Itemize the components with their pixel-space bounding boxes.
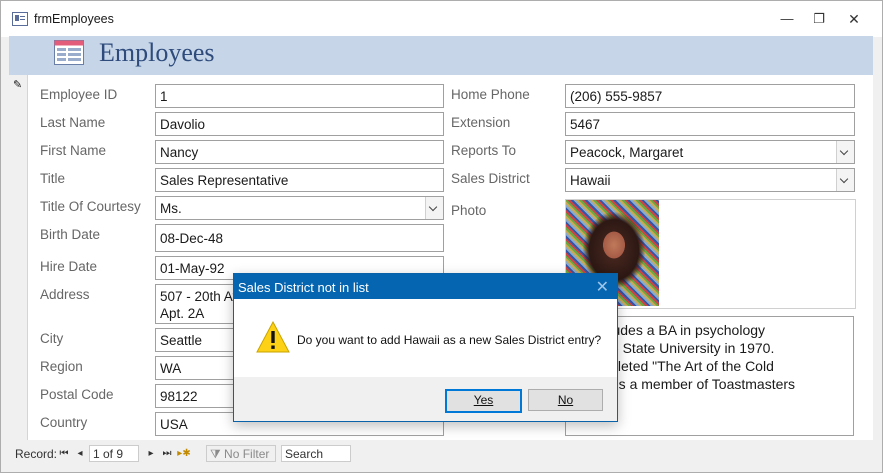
record-selector[interactable] (9, 75, 28, 440)
first-name-field[interactable]: Nancy (155, 140, 444, 164)
new-record-icon[interactable]: ▸✱ (177, 446, 191, 462)
reports-to-value: Peacock, Margaret (570, 145, 684, 160)
yes-label: Yes (473, 393, 494, 407)
label-reports-to: Reports To (451, 143, 517, 158)
form-icon (12, 12, 28, 26)
previous-record-icon[interactable]: ◂ (73, 446, 87, 462)
chevron-down-icon[interactable] (836, 169, 854, 191)
record-label: Record: (15, 447, 58, 461)
title-field[interactable]: Sales Representative (155, 168, 444, 192)
label-first-name: First Name (40, 143, 107, 158)
sales-district-value: Hawaii (570, 173, 611, 188)
no-filter-label: No Filter (224, 447, 270, 461)
form-header: Employees (9, 36, 873, 75)
label-birth-date: Birth Date (40, 227, 101, 242)
current-record-field[interactable]: 1 of 9 (89, 445, 139, 462)
chevron-down-icon[interactable] (425, 197, 443, 219)
label-home-phone: Home Phone (451, 87, 530, 102)
form-icon (54, 40, 84, 65)
minimize-button[interactable]: ― (776, 9, 798, 29)
title-of-courtesy-value: Ms. (160, 201, 182, 216)
birth-date-field[interactable]: 08-Dec-48 (155, 224, 444, 252)
reports-to-combo[interactable]: Peacock, Margaret (565, 140, 855, 164)
no-button[interactable]: No (528, 389, 603, 411)
label-title: Title (40, 171, 66, 186)
label-postal-code: Postal Code (40, 387, 114, 402)
next-record-icon[interactable]: ▸ (144, 446, 158, 462)
form-title: Employees (99, 38, 215, 67)
dialog-close-button[interactable]: ✕ (596, 277, 609, 297)
sales-district-dialog: Sales District not in list ✕ Do you want… (233, 273, 618, 422)
last-record-icon[interactable]: ⏭ (160, 446, 174, 462)
label-sales-district: Sales District (451, 171, 530, 186)
sales-district-combo[interactable]: Hawaii (565, 168, 855, 192)
label-employee-id: Employee ID (40, 87, 118, 102)
dialog-footer: Yes No (234, 377, 617, 421)
label-city: City (40, 331, 64, 346)
dialog-message: Do you want to add Hawaii as a new Sales… (297, 333, 602, 347)
label-country: Country (40, 415, 88, 430)
pencil-icon: ✎ (13, 79, 23, 91)
yes-button[interactable]: Yes (445, 389, 522, 413)
label-address: Address (40, 287, 90, 302)
close-button[interactable]: ✕ (843, 9, 865, 29)
label-last-name: Last Name (40, 115, 106, 130)
chevron-down-icon[interactable] (836, 141, 854, 163)
home-phone-field[interactable]: (206) 555-9857 (565, 84, 855, 108)
dialog-title: Sales District not in list (238, 280, 369, 295)
label-hire-date: Hire Date (40, 259, 98, 274)
label-title-of-courtesy: Title Of Courtesy (40, 199, 141, 214)
title-of-courtesy-combo[interactable]: Ms. (155, 196, 444, 220)
search-input[interactable]: Search (281, 445, 351, 462)
title-bar: frmEmployees ― ❐ ✕ (1, 1, 882, 37)
warning-icon (256, 321, 290, 353)
filter-icon: ⧩ (210, 447, 225, 461)
window-title: frmEmployees (34, 12, 114, 26)
no-label: No (557, 393, 574, 407)
first-record-icon[interactable]: ⏮ (57, 446, 71, 462)
label-extension: Extension (451, 115, 511, 130)
no-filter-button[interactable]: ⧩ No Filter (206, 445, 276, 462)
label-photo: Photo (451, 203, 487, 218)
employee-id-field[interactable]: 1 (155, 84, 444, 108)
extension-field[interactable]: 5467 (565, 112, 855, 136)
record-navigation-bar: Record: ⏮ ◂ 1 of 9 ▸ ⏭ ▸✱ ⧩ No Filter Se… (9, 443, 873, 465)
dialog-title-bar: Sales District not in list ✕ (234, 274, 617, 299)
label-region: Region (40, 359, 83, 374)
last-name-field[interactable]: Davolio (155, 112, 444, 136)
restore-button[interactable]: ❐ (808, 9, 830, 29)
